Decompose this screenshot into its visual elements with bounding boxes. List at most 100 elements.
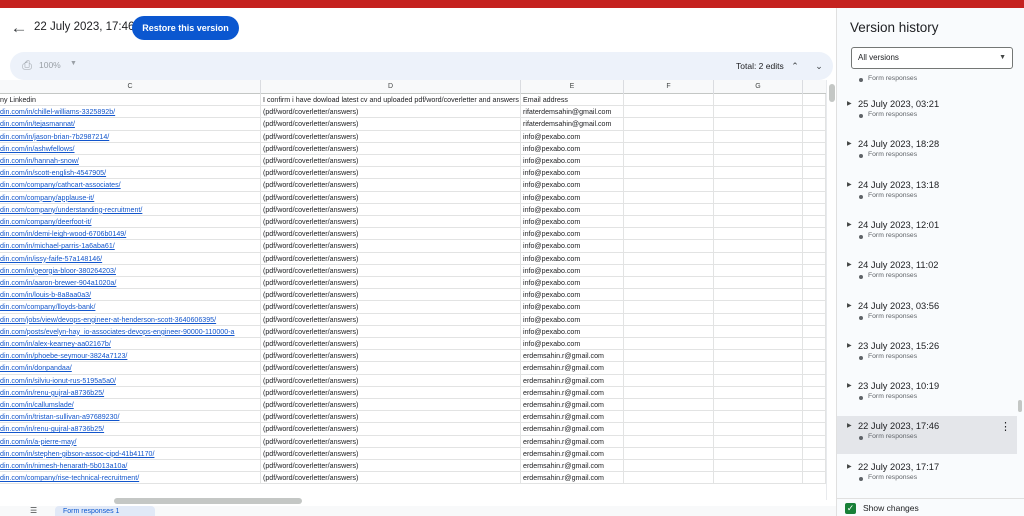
cell-h[interactable]	[803, 435, 826, 448]
cell-h[interactable]	[803, 472, 826, 485]
cell-f[interactable]	[624, 264, 714, 277]
cell-f[interactable]	[624, 301, 714, 314]
cell-h[interactable]	[803, 399, 826, 412]
expand-triangle-icon[interactable]: ▶	[847, 382, 852, 389]
cell-g[interactable]	[714, 313, 803, 326]
cell-f[interactable]	[624, 399, 714, 412]
cell-e-email[interactable]: info@pexabo.com	[521, 191, 624, 204]
cell-g[interactable]	[714, 423, 803, 436]
cell-d-confirm[interactable]: (pdf/word/coverletter/answers)	[261, 399, 521, 412]
cell-c-linkedin[interactable]: din.com/in/stephen-gibson-assoc-cipd-41b…	[0, 447, 261, 460]
cell-c-linkedin[interactable]: din.com/in/issy-faife-57a148146/	[0, 252, 261, 265]
cell-c-linkedin[interactable]: din.com/in/renu-gujral-a8736b25/	[0, 423, 261, 436]
cell-g[interactable]	[714, 167, 803, 180]
cell-g[interactable]	[714, 411, 803, 424]
cell-e-email[interactable]: erdemsahin.r@gmail.com	[521, 435, 624, 448]
cell-e-email[interactable]: erdemsahin.r@gmail.com	[521, 374, 624, 387]
cell-d-confirm[interactable]: (pdf/word/coverletter/answers)	[261, 228, 521, 241]
cell-g-header[interactable]	[714, 94, 803, 107]
expand-triangle-icon[interactable]: ▶	[847, 463, 852, 470]
cell-d-confirm[interactable]: (pdf/word/coverletter/answers)	[261, 460, 521, 473]
cell-e-email[interactable]: info@pexabo.com	[521, 167, 624, 180]
cell-e-email[interactable]: info@pexabo.com	[521, 289, 624, 302]
cell-g[interactable]	[714, 264, 803, 277]
cell-f[interactable]	[624, 313, 714, 326]
cell-f[interactable]	[624, 338, 714, 351]
cell-g[interactable]	[714, 142, 803, 155]
cell-f[interactable]	[624, 411, 714, 424]
cell-h[interactable]	[803, 130, 826, 143]
cell-d-confirm[interactable]: (pdf/word/coverletter/answers)	[261, 411, 521, 424]
cell-e-email[interactable]: erdemsahin.r@gmail.com	[521, 460, 624, 473]
cell-e-email[interactable]: info@pexabo.com	[521, 264, 624, 277]
cell-d-confirm[interactable]: (pdf/word/coverletter/answers)	[261, 191, 521, 204]
cell-g[interactable]	[714, 240, 803, 253]
cell-h[interactable]	[803, 350, 826, 363]
cell-c-linkedin[interactable]: din.com/in/georgia-bloor-380264203/	[0, 264, 261, 277]
expand-triangle-icon[interactable]: ▶	[847, 221, 852, 228]
cell-f[interactable]	[624, 374, 714, 387]
cell-d-confirm[interactable]: (pdf/word/coverletter/answers)	[261, 130, 521, 143]
cell-e-email[interactable]: info@pexabo.com	[521, 240, 624, 253]
cell-g[interactable]	[714, 338, 803, 351]
cell-g[interactable]	[714, 362, 803, 375]
cell-g[interactable]	[714, 216, 803, 229]
version-entry[interactable]: ▶ 25 July 2023, 03:21 Form responses	[837, 94, 1017, 132]
horizontal-scroll-thumb[interactable]	[114, 498, 302, 504]
cell-h[interactable]	[803, 386, 826, 399]
cell-e-email[interactable]: erdemsahin.r@gmail.com	[521, 399, 624, 412]
cell-d-confirm[interactable]: (pdf/word/coverletter/answers)	[261, 289, 521, 302]
cell-e-email[interactable]: info@pexabo.com	[521, 155, 624, 168]
cell-d-confirm[interactable]: (pdf/word/coverletter/answers)	[261, 472, 521, 485]
cell-c-linkedin[interactable]: din.com/in/aaron-brewer-904a1020a/	[0, 277, 261, 290]
cell-h[interactable]	[803, 460, 826, 473]
cell-c-linkedin[interactable]: din.com/company/applause-it/	[0, 191, 261, 204]
all-sheets-menu-icon[interactable]: ☰	[30, 507, 42, 515]
cell-h[interactable]	[803, 277, 826, 290]
cell-g[interactable]	[714, 435, 803, 448]
cell-e-email[interactable]: info@pexabo.com	[521, 228, 624, 241]
cell-h[interactable]	[803, 216, 826, 229]
cell-f[interactable]	[624, 191, 714, 204]
cell-f[interactable]	[624, 460, 714, 473]
cell-g[interactable]	[714, 472, 803, 485]
cell-h[interactable]	[803, 179, 826, 192]
cell-c-linkedin[interactable]: din.com/posts/evelyn-hay_io-associates-d…	[0, 325, 261, 338]
cell-f[interactable]	[624, 435, 714, 448]
cell-f[interactable]	[624, 142, 714, 155]
cell-c-linkedin[interactable]: din.com/in/hannah-snow/	[0, 155, 261, 168]
chevron-down-icon[interactable]: ⌄	[812, 59, 826, 73]
cell-f[interactable]	[624, 386, 714, 399]
cell-f[interactable]	[624, 179, 714, 192]
zoom-caret-icon[interactable]: ▼	[70, 60, 77, 67]
cell-e-email[interactable]: erdemsahin.r@gmail.com	[521, 472, 624, 485]
cell-d-confirm[interactable]: (pdf/word/coverletter/answers)	[261, 155, 521, 168]
cell-f[interactable]	[624, 118, 714, 131]
cell-h[interactable]	[803, 362, 826, 375]
version-entry-partial[interactable]: Form responses	[837, 74, 1017, 88]
cell-e-email[interactable]: info@pexabo.com	[521, 142, 624, 155]
version-entry[interactable]: ▶ 24 July 2023, 11:02 Form responses	[837, 255, 1017, 293]
cell-e-email[interactable]: info@pexabo.com	[521, 203, 624, 216]
column-header-g[interactable]: G	[714, 80, 803, 94]
cell-c-linkedin[interactable]: din.com/in/chillel-williams-3325892b/	[0, 106, 261, 119]
cell-c-linkedin[interactable]: din.com/in/tristan-sullivan-a97689230/	[0, 411, 261, 424]
cell-g[interactable]	[714, 325, 803, 338]
cell-g[interactable]	[714, 460, 803, 473]
cell-e-email[interactable]: info@pexabo.com	[521, 277, 624, 290]
column-header-c[interactable]: C	[0, 80, 261, 94]
cell-e-email[interactable]: info@pexabo.com	[521, 301, 624, 314]
cell-g[interactable]	[714, 179, 803, 192]
cell-c-linkedin[interactable]: din.com/in/demi-leigh-wood-6706b0149/	[0, 228, 261, 241]
cell-c-linkedin[interactable]: din.com/in/a-pierre-may/	[0, 435, 261, 448]
cell-e-email[interactable]: info@pexabo.com	[521, 338, 624, 351]
cell-g[interactable]	[714, 252, 803, 265]
cell-c-linkedin[interactable]: din.com/in/donpandaa/	[0, 362, 261, 375]
cell-h[interactable]	[803, 142, 826, 155]
cell-c-linkedin[interactable]: din.com/company/cathcart-associates/	[0, 179, 261, 192]
version-filter-select[interactable]: All versions ▼	[851, 47, 1013, 69]
cell-c-linkedin[interactable]: din.com/in/alex-kearney-aa02167b/	[0, 338, 261, 351]
cell-g[interactable]	[714, 155, 803, 168]
cell-c-linkedin[interactable]: din.com/in/ashwfellows/	[0, 142, 261, 155]
cell-h[interactable]	[803, 240, 826, 253]
